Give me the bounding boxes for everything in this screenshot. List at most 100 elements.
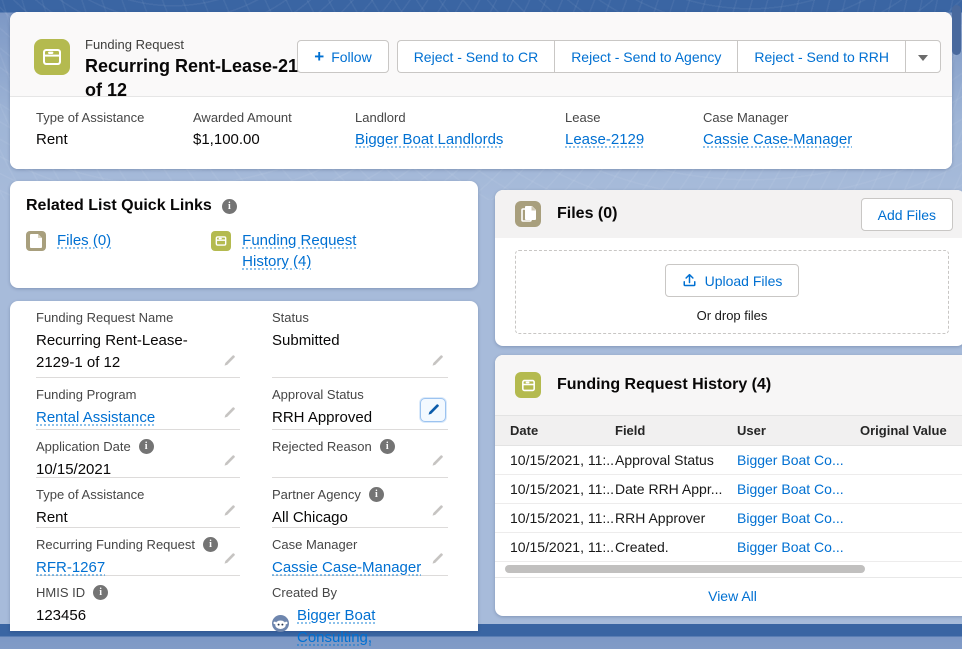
add-files-button[interactable]: Add Files xyxy=(860,198,953,231)
highlight-landlord: Landlord Bigger Boat Landlords xyxy=(355,110,565,169)
cell-date: 10/15/2021, 11:... xyxy=(510,510,615,526)
highlights-panel: Type of Assistance Rent Awarded Amount $… xyxy=(10,96,952,169)
cell-field: Created. xyxy=(615,539,669,555)
quick-links-title: Related List Quick Links xyxy=(26,197,212,214)
field-label: Application Date xyxy=(36,439,131,454)
reject-button-group: Reject - Send to CR Reject - Send to Age… xyxy=(396,40,941,73)
highlight-awarded-amount: Awarded Amount $1,100.00 xyxy=(193,110,355,169)
reject-send-to-cr-button[interactable]: Reject - Send to CR xyxy=(396,40,555,73)
field-application-date: Application Date i 10/15/2021 xyxy=(36,430,240,478)
drop-files-hint: Or drop files xyxy=(696,308,768,323)
case-manager-link[interactable]: Cassie Case-Manager xyxy=(703,131,852,148)
column-header-original-value[interactable]: Original Value xyxy=(860,423,962,438)
info-icon[interactable]: i xyxy=(93,585,109,600)
field-case-manager: Case Manager Cassie Case-Manager xyxy=(272,528,448,576)
user-link[interactable]: Bigger Boat Co... xyxy=(737,510,844,526)
history-card-title: Funding Request History (4) xyxy=(557,376,772,393)
field-label: Case Manager xyxy=(272,537,358,552)
files-card: Files (0) Add Files Upload Files Or drop… xyxy=(495,190,962,346)
reject-send-to-rrh-button[interactable]: Reject - Send to RRH xyxy=(737,40,905,73)
upload-icon xyxy=(682,272,697,290)
plus-icon: + xyxy=(314,46,325,66)
edit-pencil-icon-active[interactable] xyxy=(420,398,446,422)
cell-field: Approval Status xyxy=(615,452,714,468)
field-partner-agency: Partner Agency i All Chicago xyxy=(272,478,448,528)
history-horizontal-scrollbar xyxy=(495,562,962,577)
edit-pencil-icon[interactable] xyxy=(430,354,444,368)
column-header-date[interactable]: Date xyxy=(495,423,615,438)
funding-program-link[interactable]: Rental Assistance xyxy=(36,409,155,426)
reject-send-to-agency-button[interactable]: Reject - Send to Agency xyxy=(554,40,738,73)
record-header-card: Funding Request Recurring Rent-Lease-212… xyxy=(10,12,952,169)
case-manager-detail-link[interactable]: Cassie Case-Manager xyxy=(272,559,421,576)
created-by-link[interactable]: Bigger Boat Consulting, xyxy=(297,605,444,649)
info-icon[interactable]: i xyxy=(379,439,395,454)
edit-pencil-icon[interactable] xyxy=(222,406,236,420)
field-approval-status: Approval Status RRH Approved xyxy=(272,378,448,430)
landlord-link[interactable]: Bigger Boat Landlords xyxy=(355,131,503,148)
field-value: Recurring Rent-Lease-2129-1 of 12 xyxy=(36,332,188,371)
field-value: Rent xyxy=(36,509,68,526)
edit-pencil-icon[interactable] xyxy=(222,552,236,566)
field-label: Lease xyxy=(565,110,601,125)
funding-request-history-card: Funding Request History (4) Date Field U… xyxy=(495,355,962,616)
chevron-down-icon xyxy=(918,54,928,61)
field-label: Created By xyxy=(272,585,338,600)
view-all-link[interactable]: View All xyxy=(708,588,757,604)
info-icon[interactable]: i xyxy=(138,439,154,454)
edit-pencil-icon[interactable] xyxy=(222,504,236,518)
column-header-user[interactable]: User xyxy=(737,423,860,438)
files-card-title: Files (0) xyxy=(557,205,618,222)
files-quick-link[interactable]: Files (0) xyxy=(57,230,111,251)
field-hmis-id: HMIS ID i 123456 xyxy=(36,576,240,631)
info-icon[interactable]: i xyxy=(221,198,237,214)
header-action-buttons: + Follow Reject - Send to CR Reject - Se… xyxy=(297,40,941,73)
edit-pencil-icon[interactable] xyxy=(430,504,444,518)
history-table-header: Date Field User Original Value xyxy=(495,415,962,446)
vertical-scrollbar-thumb[interactable] xyxy=(952,5,961,55)
user-link[interactable]: Bigger Boat Co... xyxy=(737,539,844,555)
cell-field: RRH Approver xyxy=(615,510,706,526)
upload-files-button[interactable]: Upload Files xyxy=(664,264,800,297)
info-icon[interactable]: i xyxy=(368,487,384,502)
info-icon[interactable]: i xyxy=(202,537,218,552)
cell-date: 10/15/2021, 11:... xyxy=(510,452,615,468)
field-value: Rent xyxy=(36,131,68,148)
follow-button[interactable]: + Follow xyxy=(297,40,389,73)
field-label: Landlord xyxy=(355,110,406,125)
field-recurring-funding-request: Recurring Funding Request i RFR-1267 xyxy=(36,528,240,576)
avatar xyxy=(272,615,289,639)
files-icon xyxy=(515,201,541,227)
field-created-by: Created By Bigger Boat Consulting, xyxy=(272,576,448,646)
field-funding-program: Funding Program Rental Assistance xyxy=(36,378,240,430)
horizontal-scrollbar-thumb[interactable] xyxy=(505,565,865,573)
follow-button-label: Follow xyxy=(331,48,372,65)
edit-pencil-icon[interactable] xyxy=(430,552,444,566)
cell-date: 10/15/2021, 11:... xyxy=(510,539,615,555)
user-link[interactable]: Bigger Boat Co... xyxy=(737,481,844,497)
table-row: 10/15/2021, 11:... RRH Approver Bigger B… xyxy=(495,504,962,533)
field-label: Type of Assistance xyxy=(36,487,145,502)
record-header-top: Funding Request Recurring Rent-Lease-212… xyxy=(10,12,952,100)
field-rejected-reason: Rejected Reason i xyxy=(272,430,448,478)
quick-link-funding-request-history: Funding Request History (4) xyxy=(211,230,374,272)
recurring-funding-request-link[interactable]: RFR-1267 xyxy=(36,559,105,576)
table-row: 10/15/2021, 11:... Date RRH Appr... Bigg… xyxy=(495,475,962,504)
edit-pencil-icon[interactable] xyxy=(430,454,444,468)
user-link[interactable]: Bigger Boat Co... xyxy=(737,452,844,468)
more-actions-dropdown-button[interactable] xyxy=(905,40,941,73)
edit-pencil-icon[interactable] xyxy=(222,454,236,468)
funding-request-history-icon xyxy=(515,372,541,398)
funding-request-history-quick-link[interactable]: Funding Request History (4) xyxy=(242,230,374,272)
field-value: All Chicago xyxy=(272,509,348,526)
table-row: 10/15/2021, 11:... Created. Bigger Boat … xyxy=(495,533,962,562)
field-type-of-assistance: Type of Assistance Rent xyxy=(36,478,240,528)
file-dropzone[interactable]: Upload Files Or drop files xyxy=(515,250,949,334)
column-header-field[interactable]: Field xyxy=(615,423,737,438)
lease-link[interactable]: Lease-2129 xyxy=(565,131,644,148)
edit-pencil-icon[interactable] xyxy=(222,354,236,368)
highlight-lease: Lease Lease-2129 xyxy=(565,110,703,169)
field-value: Submitted xyxy=(272,332,340,349)
cell-field: Date RRH Appr... xyxy=(615,481,723,497)
highlight-type-of-assistance: Type of Assistance Rent xyxy=(36,110,193,169)
